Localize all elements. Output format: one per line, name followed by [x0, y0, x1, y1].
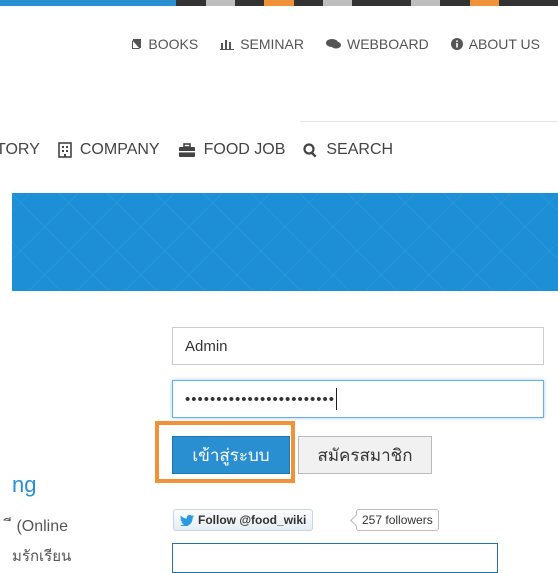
nav-about-us[interactable]: ABOUT US: [450, 36, 540, 52]
nav-company-label: COMPANY: [79, 141, 160, 158]
book-icon: [132, 39, 142, 49]
sidebar-text-line: ี (Online: [12, 518, 69, 535]
stripe-segment: [58, 0, 89, 6]
twitter-followers-count: 257 followers: [356, 509, 439, 531]
stripe-segment: [293, 0, 323, 6]
stripe-segment: [88, 0, 118, 6]
nav-books-label: BOOKS: [148, 36, 199, 52]
stripe-segment: [176, 0, 206, 6]
password-field[interactable]: ••••••••••••••••••••••••: [172, 380, 544, 418]
bar-chart-icon: [220, 40, 235, 50]
twitter-follow-label: Follow @food_wiki: [198, 513, 307, 527]
stripe-segment: [146, 0, 177, 6]
twitter-follow-button[interactable]: Follow @food_wiki: [173, 509, 314, 531]
text-input-box[interactable]: [172, 543, 498, 573]
nav-about-us-label: ABOUT US: [468, 36, 540, 52]
username-field[interactable]: Admin: [172, 327, 544, 365]
login-button[interactable]: เข้าสู่ระบบ: [172, 436, 290, 474]
stripe-segment: [440, 0, 470, 6]
comments-icon: [326, 39, 341, 49]
stripe-segment: [499, 0, 529, 6]
username-value: Admin: [185, 337, 228, 355]
stripe-segment: [264, 0, 294, 6]
nav-seminar-label: SEMINAR: [240, 36, 304, 52]
stripe-segment: [322, 0, 353, 6]
info-circle-icon: [450, 38, 463, 50]
briefcase-icon: [178, 142, 195, 157]
search-icon: [303, 142, 317, 158]
nav-food-job[interactable]: FOOD JOB: [178, 141, 286, 159]
building-icon: [58, 142, 72, 158]
nav-company[interactable]: COMPANY: [58, 141, 160, 159]
stripe-segment: [469, 0, 500, 6]
stripe-segment: [528, 0, 558, 6]
nav-webboard[interactable]: WEBBOARD: [326, 36, 429, 52]
stripe-segment: [381, 0, 412, 6]
top-color-stripe: [0, 0, 558, 6]
sidebar-text-line: มรักเรียน: [12, 548, 72, 565]
nav-search-label: SEARCH: [326, 141, 394, 158]
nav-search[interactable]: SEARCH: [303, 141, 393, 159]
nav-directory[interactable]: TORY: [0, 141, 40, 159]
password-value: ••••••••••••••••••••••••: [185, 390, 336, 408]
register-button[interactable]: สมัครสมาชิก: [298, 436, 432, 474]
top-navigation: BOOKS SEMINAR WEBBOARD ABOUT US: [130, 36, 540, 52]
nav-food-job-label: FOOD JOB: [203, 141, 286, 158]
stripe-segment: [411, 0, 441, 6]
nav-webboard-label: WEBBOARD: [347, 36, 429, 52]
stripe-segment: [352, 0, 382, 6]
twitter-bird-icon: [180, 514, 194, 526]
stripe-segment: [29, 0, 59, 6]
text-cursor: [336, 388, 338, 410]
stripe-segment: [234, 0, 265, 6]
hero-banner: [12, 193, 558, 291]
main-navigation: TORY COMPANY FOOD JOB SEARCH: [0, 141, 393, 159]
stripe-segment: [0, 0, 30, 6]
nav-directory-label: TORY: [0, 141, 40, 158]
stripe-segment: [117, 0, 147, 6]
nav-seminar[interactable]: SEMINAR: [220, 36, 304, 52]
stripe-segment: [205, 0, 235, 6]
nav-divider: [300, 121, 558, 122]
sidebar-heading: ng: [12, 472, 37, 497]
nav-books[interactable]: BOOKS: [130, 36, 198, 52]
